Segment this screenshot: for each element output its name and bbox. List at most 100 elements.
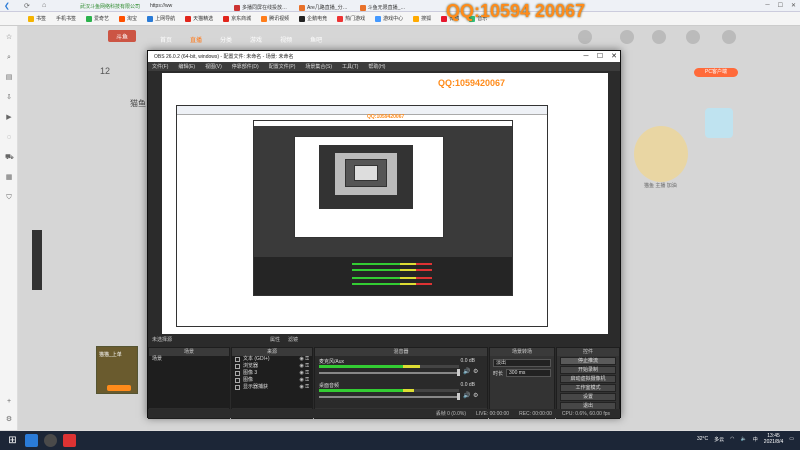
app-taskbar-icon[interactable]	[63, 434, 76, 447]
stop-stream-button[interactable]: 停止推流	[560, 357, 616, 365]
add-icon[interactable]: +	[5, 398, 13, 406]
obs-taskbar-icon[interactable]	[44, 434, 57, 447]
menu-profile[interactable]: 配置文件(P)	[269, 63, 296, 70]
minimize-icon[interactable]: ─	[765, 2, 769, 9]
settings-icon[interactable]: ⚙	[5, 416, 13, 424]
bookmark-8[interactable]: 企鹅电竞	[295, 13, 331, 24]
cart-icon[interactable]: ⛟	[5, 154, 14, 162]
scene-item[interactable]: 场景	[149, 356, 229, 363]
url-text[interactable]: https://ww	[150, 3, 172, 9]
side-handle[interactable]	[32, 230, 42, 290]
bookmark-4[interactable]: 上网导航	[143, 13, 179, 24]
bookmark-3[interactable]: 淘宝	[115, 13, 141, 24]
address-field[interactable]	[200, 2, 210, 10]
stream-thumbnail[interactable]: 猫猫_上单	[96, 346, 138, 394]
eye-icon[interactable]: ◉ ⚿	[299, 356, 309, 363]
nav-yuba[interactable]: 鱼吧	[310, 35, 322, 44]
bookmark-1[interactable]: 手机书签	[52, 13, 80, 24]
nested-capture-4	[334, 152, 398, 196]
nav-live[interactable]: 直播	[190, 35, 202, 44]
menu-docks[interactable]: 停靠部件(D)	[232, 63, 259, 70]
search-icon[interactable]: ⌕	[5, 54, 13, 62]
transition-select[interactable]: 淡出	[493, 359, 551, 367]
ime-indicator[interactable]: 中	[753, 436, 758, 443]
bookmark-0[interactable]: 书签	[24, 13, 50, 24]
bookmark-2[interactable]: 爱奇艺	[82, 13, 113, 24]
scenes-title: 场景	[149, 348, 229, 356]
close-icon[interactable]: ✕	[608, 51, 620, 62]
maximize-icon[interactable]: ☐	[778, 2, 783, 9]
nav-game[interactable]: 游戏	[250, 35, 262, 44]
nav-video[interactable]: 视频	[280, 35, 292, 44]
eye-icon[interactable]: ◉ ⚿	[299, 377, 309, 384]
source-item[interactable]: 图像 ◉ ⚿	[232, 377, 312, 384]
bookmark-9[interactable]: 热门游戏	[333, 13, 369, 24]
shield-icon[interactable]: ⛉	[5, 194, 13, 202]
user-icon[interactable]	[578, 30, 592, 44]
bookmark-10[interactable]: 游戏中心	[371, 13, 407, 24]
speaker-icon[interactable]: 🔊	[463, 392, 470, 399]
virtual-camera-button[interactable]: 启动虚拟摄像机	[560, 375, 616, 383]
duration-field[interactable]: 300 ms	[506, 369, 551, 377]
follow-icon[interactable]	[652, 30, 666, 44]
menu-view[interactable]: 视图(V)	[205, 63, 222, 70]
eye-icon[interactable]: ◉ ⚿	[299, 370, 309, 377]
notification-icon[interactable]: ▭	[789, 436, 794, 442]
eye-icon[interactable]: ◉ ⚿	[299, 363, 309, 370]
volume-slider[interactable]	[319, 396, 459, 398]
collect-icon[interactable]: ☆	[5, 34, 13, 42]
nav-category[interactable]: 分类	[220, 35, 232, 44]
obs-preview[interactable]: QQ:1059420067 QQ:1059420067	[162, 73, 608, 343]
chat-icon[interactable]: ◌	[5, 134, 13, 142]
message-icon[interactable]	[686, 30, 700, 44]
close-icon[interactable]: ✕	[791, 2, 796, 9]
menu-help[interactable]: 帮助(H)	[368, 63, 385, 70]
minimize-icon[interactable]: ─	[580, 51, 592, 62]
wifi-icon[interactable]: ◠	[730, 436, 734, 442]
bookmark-6[interactable]: 京东商城	[219, 13, 255, 24]
douyu-logo[interactable]: 斗鱼	[108, 30, 136, 42]
history-icon[interactable]	[620, 30, 634, 44]
speaker-icon[interactable]: 🔊	[463, 368, 470, 375]
volume-icon[interactable]: 🔈	[741, 436, 747, 442]
menu-tools[interactable]: 工具(T)	[342, 63, 358, 70]
menu-file[interactable]: 文件(F)	[152, 63, 168, 70]
source-item[interactable]: 文本 (GDI+) ◉ ⚿	[232, 356, 312, 363]
menu-edit[interactable]: 编辑(E)	[178, 63, 195, 70]
browser-taskbar-icon[interactable]	[25, 434, 38, 447]
app-icon[interactable]: ▦	[5, 174, 13, 182]
eye-icon[interactable]: ◉ ⚿	[299, 384, 309, 391]
windows-start-icon[interactable]: ⊞	[6, 434, 19, 447]
avatar[interactable]	[722, 30, 736, 44]
bookmark-11[interactable]: 搜狐	[409, 13, 435, 24]
bookmark-7[interactable]: 腾讯视频	[257, 13, 293, 24]
settings-button[interactable]: 设置	[560, 393, 616, 401]
clock[interactable]: 13:45 2021/8/4	[764, 433, 783, 445]
maximize-icon[interactable]: ☐	[594, 51, 606, 62]
video-icon[interactable]: ▶	[5, 114, 13, 122]
volume-slider[interactable]	[319, 372, 459, 374]
sources-list: 文本 (GDI+) ◉ ⚿ 浏览器 ◉ ⚿ 图像 3 ◉ ⚿ 图像 ◉ ⚿ 显示器捕获 ◉…	[232, 356, 312, 408]
download-icon[interactable]: ⇩	[5, 94, 13, 102]
studio-mode-button[interactable]: 工作室模式	[560, 384, 616, 392]
refresh-icon[interactable]: ⟳	[24, 2, 30, 10]
source-item[interactable]: 图像 3 ◉ ⚿	[232, 370, 312, 377]
filters-button[interactable]: 滤镜	[288, 336, 298, 343]
gear-icon[interactable]: ⚙	[473, 368, 478, 375]
menu-scene-collection[interactable]: 场景集合(S)	[305, 63, 332, 70]
reader-icon[interactable]: ▤	[5, 74, 13, 82]
back-icon[interactable]: ❮	[4, 2, 10, 10]
source-item[interactable]: 浏览器 ◉ ⚿	[232, 363, 312, 370]
nav-home[interactable]: 首页	[160, 35, 172, 44]
volume-handle[interactable]	[457, 369, 460, 376]
pc-client-badge[interactable]: PC客户端	[694, 68, 738, 77]
volume-handle[interactable]	[457, 393, 460, 400]
promo-badge[interactable]	[705, 108, 733, 138]
start-recording-button[interactable]: 开始录制	[560, 366, 616, 374]
thumbnail-button[interactable]	[107, 385, 131, 391]
properties-button[interactable]: 属性	[270, 336, 280, 343]
source-item[interactable]: 显示器捕获 ◉ ⚿	[232, 384, 312, 391]
bookmark-5[interactable]: 天猫精选	[181, 13, 217, 24]
home-icon[interactable]: ⌂	[42, 2, 46, 9]
gear-icon[interactable]: ⚙	[473, 392, 478, 399]
